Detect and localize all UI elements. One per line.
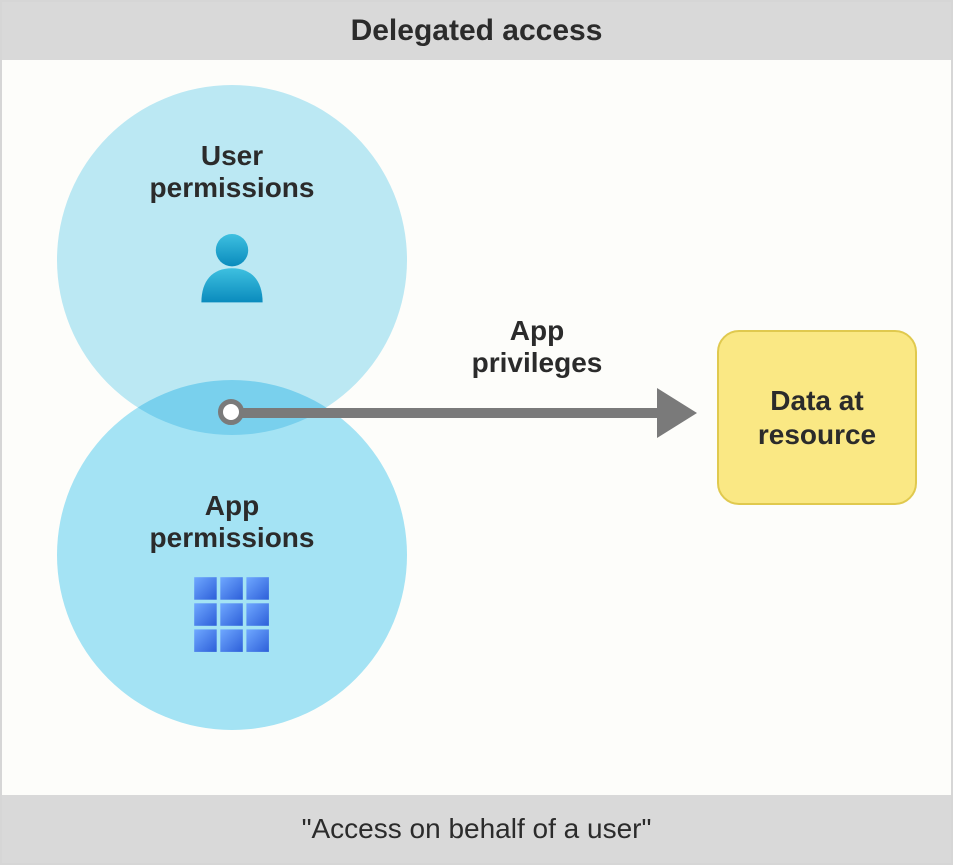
privileges-arrow-shaft (222, 408, 667, 418)
person-icon (57, 225, 407, 320)
data-at-resource-label: Data atresource (758, 384, 876, 451)
app-permissions-circle (57, 380, 407, 730)
diagram-body: Userpermissions Apppermissions (2, 60, 951, 795)
diagram-subtitle-bar: "Access on behalf of a user" (2, 795, 951, 863)
diagram-title: Delegated access (351, 14, 603, 48)
user-permissions-label: Userpermissions (57, 140, 407, 204)
diagram-title-bar: Delegated access (2, 2, 951, 60)
diagram-frame: Delegated access Userpermissions Appperm… (0, 0, 953, 865)
data-at-resource-box: Data atresource (717, 330, 917, 505)
privileges-arrow-origin (218, 399, 244, 425)
diagram-subtitle: "Access on behalf of a user" (302, 813, 652, 845)
privileges-arrow-head (657, 388, 697, 438)
grid-icon (57, 570, 407, 665)
privileges-arrow-label: Appprivileges (407, 315, 667, 379)
app-permissions-label: Apppermissions (57, 490, 407, 554)
